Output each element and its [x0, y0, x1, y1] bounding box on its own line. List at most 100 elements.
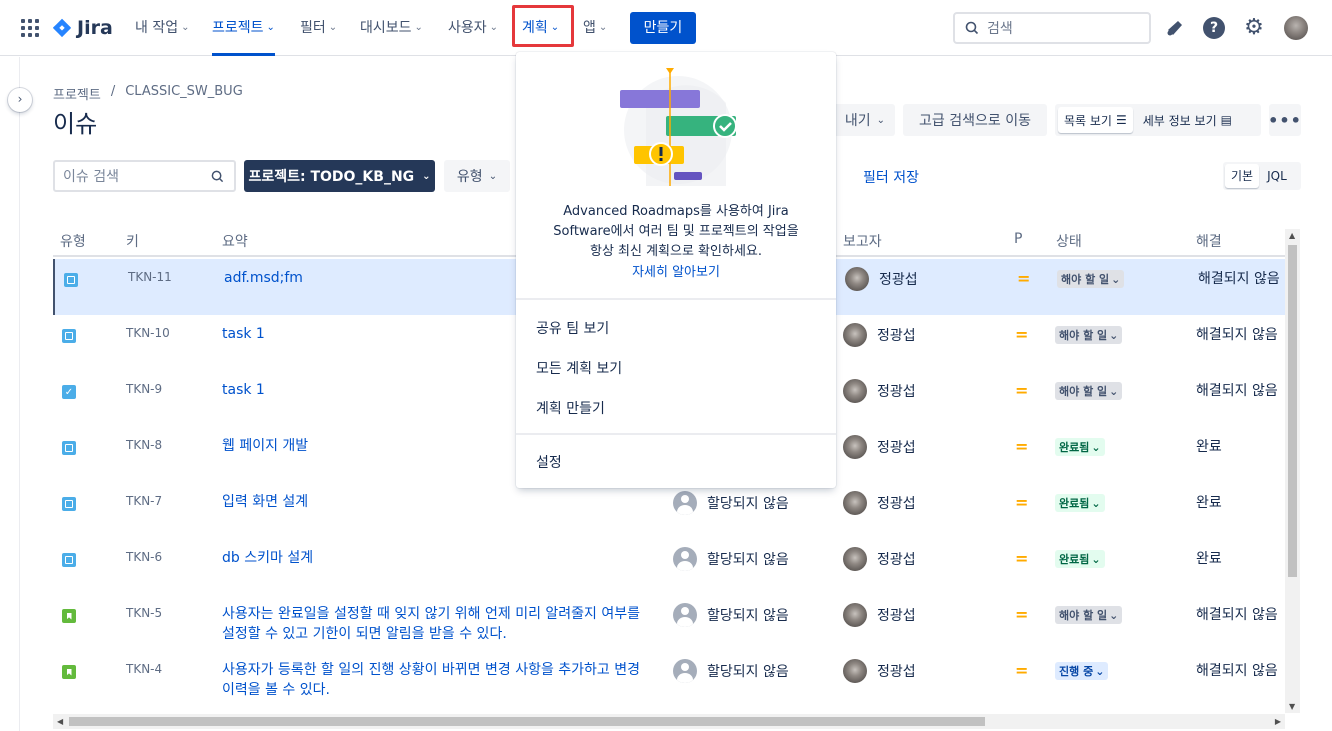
- column-header-status[interactable]: 상태: [1056, 231, 1082, 251]
- save-filter-link[interactable]: 필터 저장: [863, 167, 919, 187]
- scroll-down-icon[interactable]: ▼: [1289, 702, 1295, 711]
- reporter-cell: 정광섭: [843, 603, 916, 627]
- priority-medium-icon: =: [1015, 493, 1029, 512]
- avatar: [843, 379, 867, 403]
- issue-key[interactable]: TKN-8: [126, 438, 162, 452]
- nav-projects[interactable]: 프로젝트 ⌄: [212, 16, 275, 56]
- nav-apps[interactable]: 앱 ⌄: [583, 16, 607, 40]
- table-row[interactable]: TKN-5 사용자는 완료일을 설정할 때 잊지 않기 위해 언제 미리 알려줄…: [53, 595, 1285, 651]
- vertical-scrollbar[interactable]: ▲ ▼: [1285, 229, 1300, 713]
- profile-avatar[interactable]: [1284, 16, 1308, 40]
- learn-more-link[interactable]: 자세히 알아보기: [516, 261, 836, 280]
- issue-key[interactable]: TKN-6: [126, 550, 162, 564]
- status-badge[interactable]: 해야 할 일 ⌄: [1055, 382, 1123, 400]
- status-badge[interactable]: 완료됨 ⌄: [1055, 550, 1105, 568]
- menu-divider: [516, 298, 836, 300]
- column-header-summary[interactable]: 요약: [222, 231, 248, 251]
- breadcrumb-projects[interactable]: 프로젝트: [53, 84, 101, 103]
- assignee-cell: 할당되지 않음: [673, 603, 789, 627]
- reporter-cell: 정광섭: [845, 267, 918, 291]
- issue-key[interactable]: TKN-9: [126, 382, 162, 396]
- table-row[interactable]: TKN-4 사용자가 등록한 할 일의 진행 상황이 바뀌면 변경 사항을 추가…: [53, 651, 1285, 707]
- search-icon: [211, 170, 224, 182]
- sidebar-expand-button[interactable]: ›: [8, 88, 32, 112]
- detail-view-button[interactable]: 세부 정보 보기 ▤: [1137, 107, 1238, 133]
- issue-key[interactable]: TKN-5: [126, 606, 162, 620]
- jira-logo[interactable]: Jira: [52, 16, 113, 40]
- scroll-up-icon[interactable]: ▲: [1289, 231, 1295, 240]
- status-badge[interactable]: 진행 중 ⌄: [1055, 662, 1109, 680]
- issue-summary[interactable]: 입력 화면 설계: [222, 492, 657, 512]
- issue-key[interactable]: TKN-11: [128, 270, 172, 284]
- megaphone-icon: [1167, 21, 1182, 36]
- issue-summary[interactable]: 사용자가 등록한 할 일의 진행 상황이 바뀌면 변경 사항을 추가하고 변경 …: [222, 660, 657, 700]
- project-filter-button[interactable]: 프로젝트: TODO_KB_NG ⌄: [244, 160, 435, 192]
- app-switcher-icon[interactable]: [21, 19, 39, 37]
- resolution-value: 해결되지 않음: [1196, 327, 1278, 343]
- jira-logo-icon: [53, 18, 71, 38]
- menu-divider: [516, 433, 836, 435]
- reporter-name: 정광섭: [877, 496, 916, 512]
- priority-medium-icon: =: [1015, 605, 1029, 624]
- scroll-right-icon[interactable]: ▶: [1275, 717, 1281, 726]
- chevron-down-icon: ⌄: [414, 22, 423, 33]
- issue-search-input[interactable]: 이슈 검색: [53, 160, 236, 192]
- nav-filters[interactable]: 필터 ⌄: [300, 16, 337, 40]
- chevron-down-icon: ⌄: [1109, 384, 1119, 398]
- status-badge[interactable]: 완료됨 ⌄: [1055, 494, 1105, 512]
- column-header-type[interactable]: 유형: [60, 231, 86, 251]
- vertical-scroll-thumb[interactable]: [1288, 245, 1297, 577]
- menu-item-view-shared-teams[interactable]: 공유 팀 보기: [536, 318, 609, 338]
- assignee-cell: 할당되지 않음: [673, 547, 789, 571]
- column-header-reporter[interactable]: 보고자: [843, 231, 882, 251]
- menu-item-create-plan[interactable]: 계획 만들기: [536, 398, 605, 418]
- reporter-name: 정광섭: [877, 664, 916, 680]
- list-view-button[interactable]: 목록 보기 ☰: [1058, 107, 1133, 133]
- view-toggle: 목록 보기 ☰ 세부 정보 보기 ▤: [1055, 104, 1261, 136]
- issue-key[interactable]: TKN-10: [126, 326, 170, 340]
- assignee-cell: 할당되지 않음: [673, 491, 789, 515]
- chevron-down-icon: ⌄: [1111, 272, 1121, 286]
- nav-your-work[interactable]: 내 작업 ⌄: [135, 16, 189, 40]
- status-badge[interactable]: 해야 할 일 ⌄: [1055, 326, 1123, 344]
- notifications-button[interactable]: [1163, 16, 1187, 40]
- priority-medium-icon: =: [1015, 437, 1029, 456]
- roadmaps-promo-text: Advanced Roadmaps를 사용하여 Jira Software에서 …: [553, 204, 799, 259]
- column-header-priority[interactable]: P: [1014, 231, 1022, 247]
- reporter-cell: 정광섭: [843, 435, 916, 459]
- table-row[interactable]: TKN-6 db 스키마 설계 할당되지 않음 정광섭 = 완료됨 ⌄ 완료: [53, 539, 1285, 595]
- create-button[interactable]: 만들기: [630, 12, 696, 44]
- global-search-input[interactable]: 검색: [953, 12, 1151, 44]
- scroll-left-icon[interactable]: ◀: [57, 717, 63, 726]
- advanced-search-button[interactable]: 고급 검색으로 이동: [903, 104, 1047, 136]
- global-search-placeholder: 검색: [987, 21, 1013, 37]
- status-badge[interactable]: 해야 할 일 ⌄: [1057, 270, 1125, 288]
- horizontal-scrollbar[interactable]: ◀ ▶: [53, 714, 1285, 729]
- breadcrumb-current[interactable]: CLASSIC_SW_BUG: [125, 84, 243, 103]
- jql-mode-button[interactable]: JQL: [1261, 164, 1293, 188]
- issue-key[interactable]: TKN-7: [126, 494, 162, 508]
- reporter-cell: 정광섭: [843, 323, 916, 347]
- resolution-value: 해결되지 않음: [1196, 663, 1278, 679]
- nav-people[interactable]: 사용자 ⌄: [448, 16, 498, 40]
- settings-button[interactable]: ⚙: [1242, 16, 1266, 40]
- unassigned-avatar-icon: [673, 491, 697, 515]
- menu-item-view-all-plans[interactable]: 모든 계획 보기: [536, 358, 622, 378]
- table-row[interactable]: TKN-7 입력 화면 설계 할당되지 않음 정광섭 = 완료됨 ⌄ 완료: [53, 483, 1285, 539]
- column-header-resolution[interactable]: 해결: [1196, 231, 1222, 251]
- basic-mode-button[interactable]: 기본: [1225, 164, 1260, 188]
- nav-dashboards[interactable]: 대시보드 ⌄: [360, 16, 423, 40]
- column-header-key[interactable]: 키: [126, 231, 139, 251]
- unassigned-avatar-icon: [673, 659, 697, 683]
- issue-key[interactable]: TKN-4: [126, 662, 162, 676]
- horizontal-scroll-thumb[interactable]: [69, 717, 985, 726]
- issue-summary[interactable]: 사용자는 완료일을 설정할 때 잊지 않기 위해 언제 미리 알려줄지 여부를 …: [222, 604, 657, 644]
- menu-item-settings[interactable]: 설정: [536, 452, 562, 472]
- type-filter-button[interactable]: 유형 ⌄: [444, 160, 510, 192]
- help-button[interactable]: ?: [1202, 16, 1226, 40]
- more-actions-button[interactable]: •••: [1268, 104, 1301, 136]
- priority-medium-icon: =: [1015, 325, 1029, 344]
- status-badge[interactable]: 해야 할 일 ⌄: [1055, 606, 1123, 624]
- status-badge[interactable]: 완료됨 ⌄: [1055, 438, 1105, 456]
- issue-summary[interactable]: db 스키마 설계: [222, 548, 657, 568]
